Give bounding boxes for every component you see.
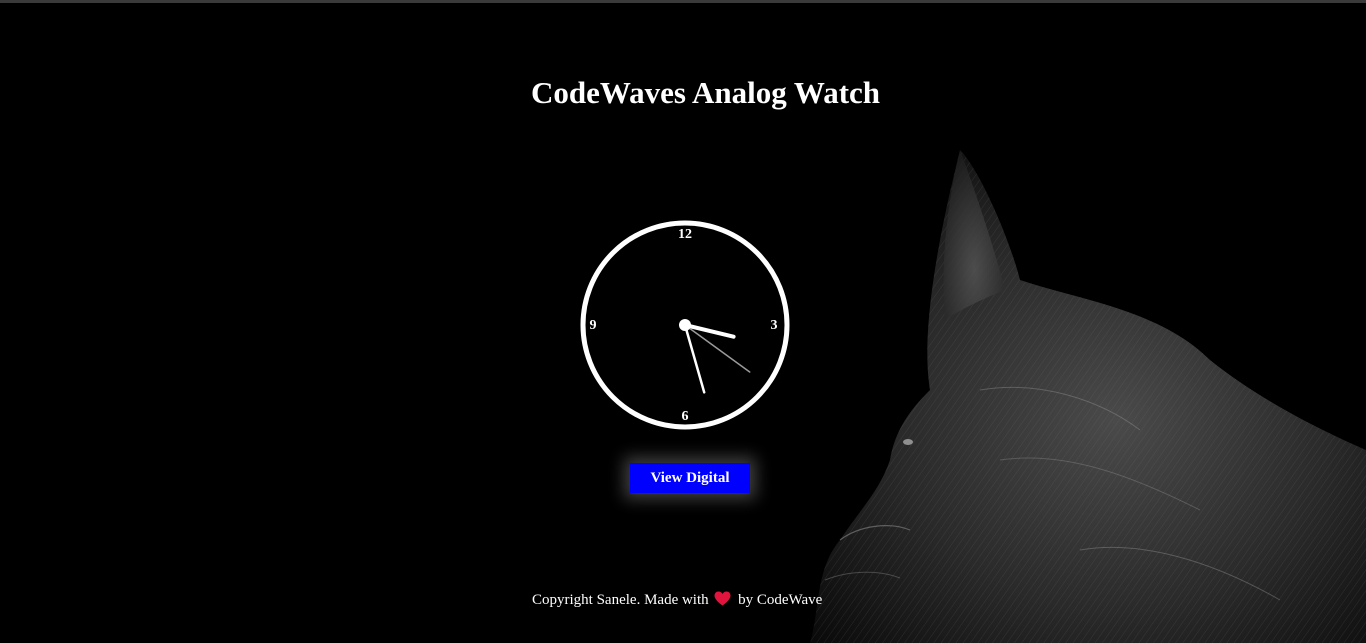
footer: Copyright Sanele. Made with by CodeWave bbox=[532, 590, 822, 610]
clock-number-9: 9 bbox=[590, 318, 597, 333]
heart-icon bbox=[714, 591, 731, 606]
clock-number-6: 6 bbox=[682, 409, 689, 424]
clock-center-dot bbox=[679, 319, 691, 331]
footer-author-text: by CodeWave bbox=[738, 592, 823, 608]
clock-number-3: 3 bbox=[771, 318, 778, 333]
browser-top-border bbox=[0, 0, 1366, 3]
footer-copyright-text: Copyright Sanele. Made with bbox=[532, 592, 709, 608]
page-title: CodeWaves Analog Watch bbox=[530, 75, 881, 110]
analog-clock: 12 3 6 9 bbox=[580, 220, 790, 430]
dog-background-image bbox=[810, 150, 1366, 643]
view-digital-button[interactable]: View Digital bbox=[630, 463, 750, 493]
clock-number-12: 12 bbox=[678, 227, 692, 242]
